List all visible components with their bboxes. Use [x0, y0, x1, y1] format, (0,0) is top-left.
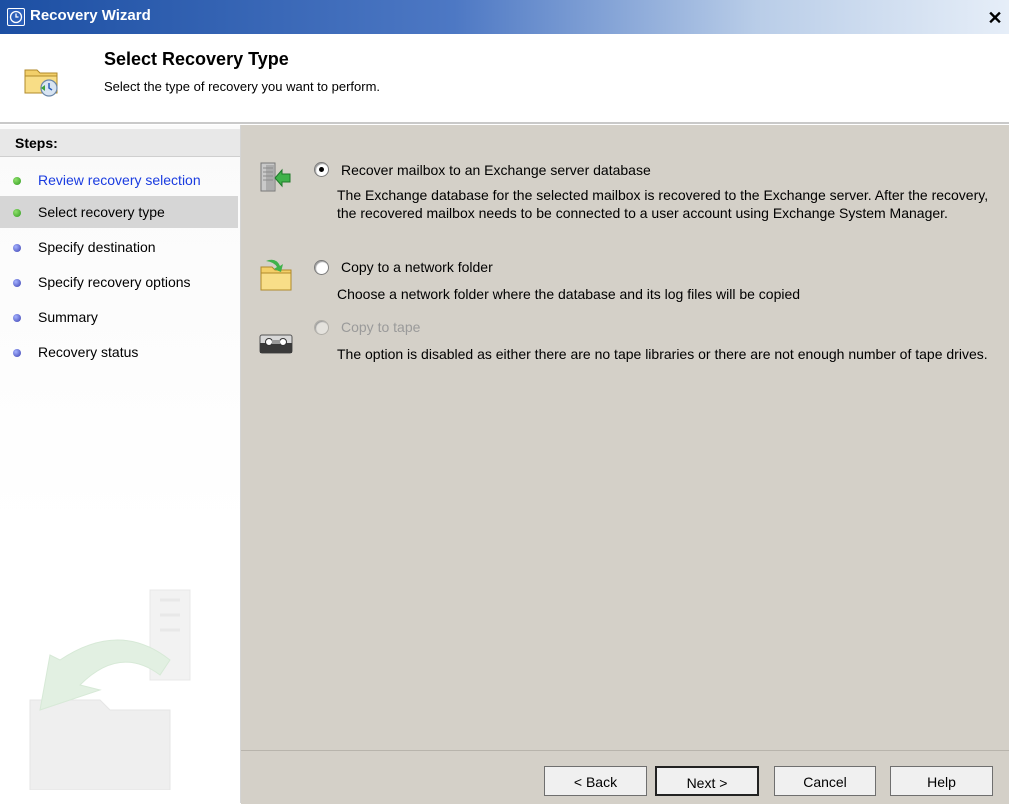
step-pending-bullet-icon — [13, 314, 21, 322]
recovery-folder-icon — [21, 58, 63, 100]
step-specify-destination: Specify destination — [0, 231, 238, 263]
exchange-server-icon — [258, 160, 294, 196]
step-complete-bullet-icon — [13, 177, 21, 185]
header-divider — [0, 122, 1009, 124]
step-label: Select recovery type — [38, 204, 165, 220]
cancel-button[interactable]: Cancel — [774, 766, 876, 796]
step-select-recovery-type: Select recovery type — [0, 196, 238, 228]
copy-network-folder-label[interactable]: Copy to a network folder — [341, 259, 493, 275]
step-label: Recovery status — [38, 344, 139, 360]
copy-network-folder-radio[interactable] — [314, 260, 329, 275]
back-button[interactable]: < Back — [544, 766, 647, 796]
page-subtitle: Select the type of recovery you want to … — [104, 79, 381, 94]
close-button[interactable]: ✕ — [987, 9, 1003, 27]
page-title: Select Recovery Type — [104, 49, 289, 69]
step-pending-bullet-icon — [13, 244, 21, 252]
steps-title: Steps: — [15, 135, 58, 151]
step-label: Summary — [38, 309, 98, 325]
clock-icon — [7, 8, 25, 26]
recover-to-exchange-radio[interactable] — [314, 162, 329, 177]
step-label: Specify destination — [38, 239, 156, 255]
step-label: Specify recovery options — [38, 274, 191, 290]
step-label[interactable]: Review recovery selection — [38, 172, 201, 188]
step-summary: Summary — [0, 301, 238, 333]
help-button[interactable]: Help — [890, 766, 993, 796]
step-recovery-status: Recovery status — [0, 336, 238, 368]
recovery-watermark-icon — [20, 580, 220, 791]
network-folder-icon — [258, 257, 294, 293]
step-review-recovery-selection[interactable]: Review recovery selection — [0, 164, 238, 196]
copy-to-tape-label: Copy to tape — [341, 319, 421, 335]
step-pending-bullet-icon — [13, 279, 21, 287]
copy-to-tape-radio — [314, 320, 329, 335]
copy-to-tape-description: The option is disabled as either there a… — [337, 346, 988, 362]
step-current-bullet-icon — [13, 209, 21, 217]
tape-icon — [258, 327, 294, 363]
recover-to-exchange-description: The Exchange database for the selected m… — [337, 187, 989, 221]
recover-to-exchange-label[interactable]: Recover mailbox to an Exchange server da… — [341, 162, 651, 178]
window-title: Recovery Wizard — [30, 7, 151, 24]
steps-header: Steps: — [0, 129, 240, 157]
step-pending-bullet-icon — [13, 349, 21, 357]
copy-network-folder-description: Choose a network folder where the databa… — [337, 286, 801, 302]
step-specify-recovery-options: Specify recovery options — [0, 266, 238, 298]
next-button[interactable]: Next > — [655, 766, 759, 796]
title-bar: Recovery Wizard ✕ — [0, 0, 1009, 34]
